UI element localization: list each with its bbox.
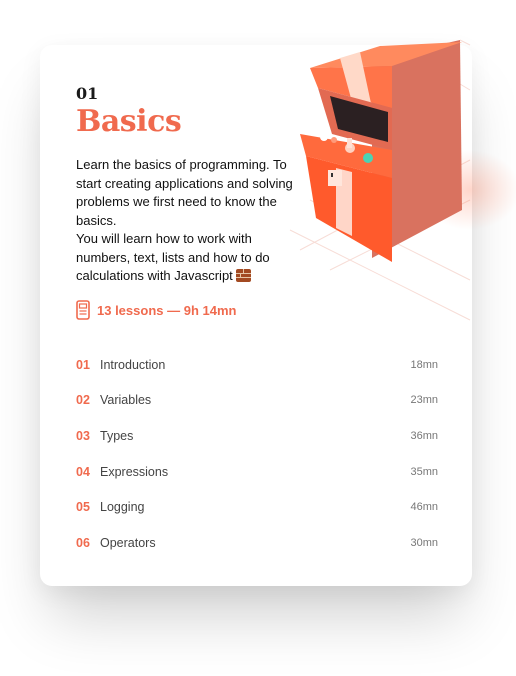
lesson-number: 01	[76, 357, 90, 372]
lesson-number: 05	[76, 500, 90, 515]
lesson-name: Operators	[100, 535, 156, 550]
lesson-number: 06	[76, 535, 90, 550]
lesson-duration: 18mn	[410, 358, 438, 371]
description-paragraph-2: You will learn how to work with numbers,…	[76, 230, 308, 286]
chapter-title: Basics	[76, 104, 182, 139]
lesson-name: Variables	[100, 393, 152, 408]
chapter-number: 01	[76, 84, 99, 103]
lesson-number: 02	[76, 393, 90, 408]
lesson-name: Types	[100, 428, 134, 443]
lesson-row-logging[interactable]: 05 Logging 46mn	[76, 489, 438, 525]
lesson-duration: 36mn	[410, 429, 438, 442]
lessons-summary-text: 13 lessons — 9h 14mn	[97, 302, 237, 318]
lesson-number: 04	[76, 464, 90, 479]
lesson-name: Expressions	[100, 464, 169, 479]
lesson-row-introduction[interactable]: 01 Introduction 18mn	[76, 347, 438, 383]
lesson-duration: 35mn	[410, 465, 438, 478]
lesson-name: Introduction	[100, 357, 166, 372]
lesson-row-variables[interactable]: 02 Variables 23mn	[76, 383, 438, 419]
lesson-number: 03	[76, 428, 90, 443]
lesson-duration: 23mn	[410, 394, 438, 407]
lesson-duration: 46mn	[410, 501, 438, 514]
lesson-list: 01 Introduction 18mn 02 Variables 23mn 0…	[76, 347, 438, 561]
lesson-row-types[interactable]: 03 Types 36mn	[76, 418, 438, 454]
lesson-row-operators[interactable]: 06 Operators 30mn	[76, 525, 438, 561]
lesson-duration: 30mn	[410, 536, 438, 549]
lessons-summary: 13 lessons — 9h 14mn	[76, 300, 236, 320]
chapter-description: Learn the basics of programming. To star…	[76, 156, 308, 286]
brick-icon	[236, 269, 252, 282]
lesson-row-expressions[interactable]: 04 Expressions 35mn	[76, 454, 438, 490]
lesson-name: Logging	[100, 500, 145, 515]
description-paragraph-1: Learn the basics of programming. To star…	[76, 157, 293, 228]
book-icon	[76, 300, 90, 320]
